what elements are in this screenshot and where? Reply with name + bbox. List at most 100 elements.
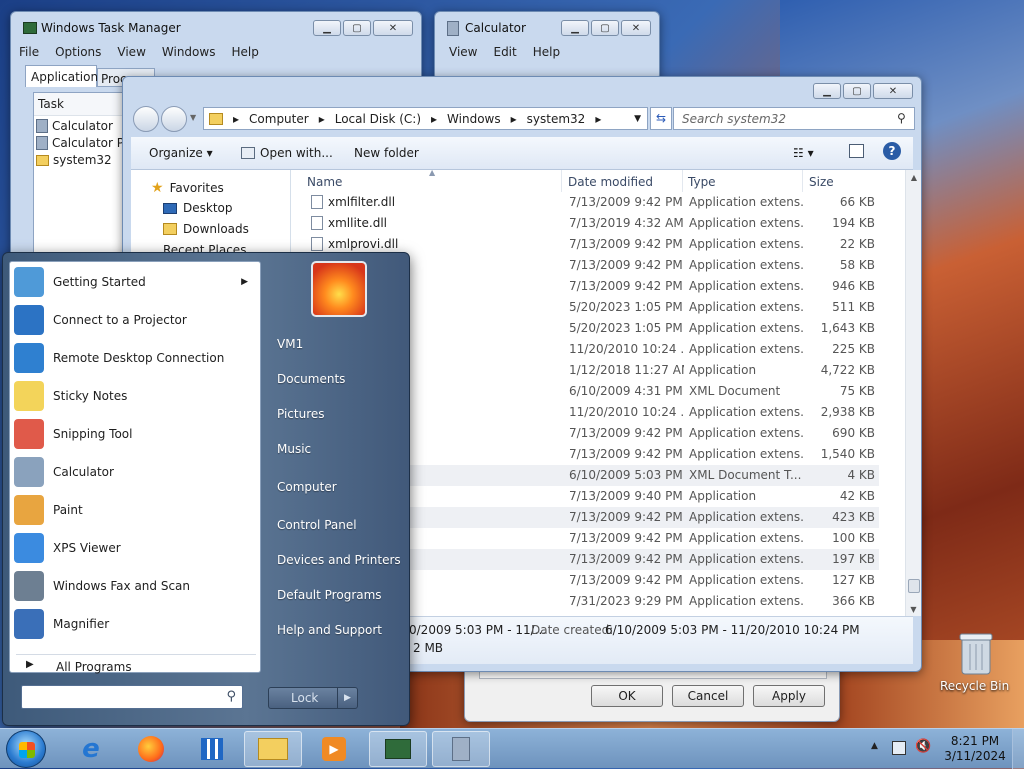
preview-pane-icon[interactable] <box>849 144 864 158</box>
file-row[interactable]: xmlfilter.dll 7/13/2009 9:42 PM Applicatio… <box>291 192 879 213</box>
menu-file[interactable]: File <box>19 42 39 62</box>
breadcrumb-local-disk[interactable]: Local Disk (C:) <box>335 112 421 126</box>
calculator-titlebar[interactable]: Calculator ▁ ▢ ✕ <box>435 12 659 42</box>
task-item[interactable]: Calculator P <box>34 136 132 150</box>
cancel-button[interactable]: Cancel <box>672 685 744 707</box>
menu-help[interactable]: Help <box>231 42 258 62</box>
forward-button[interactable] <box>161 106 187 132</box>
lock-button[interactable]: Lock ▶ <box>268 687 358 709</box>
new-folder-button[interactable]: New folder <box>354 146 419 160</box>
vertical-scrollbar[interactable]: ▲ ▼ <box>905 170 921 616</box>
start-search-input[interactable]: ⚲ <box>21 685 243 709</box>
start-right-music[interactable]: Music <box>277 442 311 456</box>
task-item[interactable]: system32 <box>34 150 132 170</box>
close-button[interactable]: ✕ <box>621 20 651 36</box>
organize-button[interactable]: Organize ▾ <box>149 146 213 160</box>
start-program-item[interactable]: Connect to a Projector <box>14 302 256 338</box>
scroll-down-arrow[interactable]: ▼ <box>906 605 921 614</box>
start-program-item[interactable]: XPS Viewer <box>14 530 256 566</box>
scroll-up-arrow[interactable]: ▲ <box>906 173 921 182</box>
minimize-button[interactable]: ▁ <box>561 20 589 36</box>
menu-view[interactable]: View <box>117 42 145 62</box>
search-input[interactable]: Search system32 <box>673 107 915 130</box>
start-program-item[interactable]: Getting Started ▶ <box>14 264 256 300</box>
tab-applications[interactable]: Applications <box>25 65 104 87</box>
file-size: 4 KB <box>847 468 875 482</box>
address-bar[interactable]: ▸ Computer ▸ Local Disk (C:) ▸ Windows ▸… <box>203 107 648 130</box>
taskbar: e ▶ ▲ 🔇 8:21 PM 3/11/2024 <box>0 728 1024 769</box>
show-desktop-button[interactable] <box>1012 729 1024 769</box>
start-program-item[interactable]: Snipping Tool <box>14 416 256 452</box>
start-right-computer[interactable]: Computer <box>277 480 337 494</box>
help-icon[interactable]: ? <box>883 142 901 160</box>
calculator-taskbar-button[interactable] <box>432 731 490 767</box>
media-player-taskbar-icon[interactable]: ▶ <box>305 731 363 767</box>
caption-buttons: ▁ ▢ ✕ <box>811 83 913 99</box>
start-program-item[interactable]: Windows Fax and Scan <box>14 568 256 604</box>
menu-edit[interactable]: Edit <box>493 42 516 62</box>
nav-downloads[interactable]: Downloads <box>163 222 249 236</box>
maximize-button[interactable]: ▢ <box>843 83 871 99</box>
close-button[interactable]: ✕ <box>873 83 913 99</box>
maximize-button[interactable]: ▢ <box>343 20 371 36</box>
start-right-pictures[interactable]: Pictures <box>277 407 325 421</box>
view-options-icon[interactable]: ☷ ▾ <box>793 146 814 160</box>
explorer-taskbar-button[interactable] <box>244 731 302 767</box>
user-picture[interactable] <box>311 261 367 317</box>
task-column-header[interactable]: Task <box>34 93 132 116</box>
apps-taskbar-icon[interactable] <box>183 731 241 767</box>
calculator-icon <box>14 457 44 487</box>
column-type[interactable]: Type <box>688 170 803 192</box>
start-program-item[interactable]: Calculator <box>14 454 256 490</box>
start-button[interactable] <box>6 730 46 768</box>
close-button[interactable]: ✕ <box>373 20 413 36</box>
menu-view[interactable]: View <box>449 42 477 62</box>
volume-muted-icon[interactable]: 🔇 <box>915 739 931 754</box>
start-program-item[interactable]: Paint <box>14 492 256 528</box>
start-program-item[interactable]: Remote Desktop Connection <box>14 340 256 376</box>
start-right-help-support[interactable]: Help and Support <box>277 623 382 637</box>
breadcrumb-windows[interactable]: Windows <box>447 112 501 126</box>
menu-windows[interactable]: Windows <box>162 42 216 62</box>
minimize-button[interactable]: ▁ <box>813 83 841 99</box>
nav-desktop[interactable]: Desktop <box>163 201 233 215</box>
task-item[interactable]: Calculator <box>34 116 132 136</box>
start-program-item[interactable]: Magnifier <box>14 606 256 642</box>
file-date: 7/13/2009 9:42 PM <box>569 573 683 587</box>
task-manager-titlebar[interactable]: Windows Task Manager ▁ ▢ ✕ <box>11 12 421 42</box>
network-icon[interactable] <box>892 741 906 755</box>
open-with-button[interactable]: Open with... <box>260 146 333 160</box>
show-hidden-icons-arrow[interactable]: ▲ <box>871 741 878 751</box>
file-type: Application extens... <box>689 342 804 356</box>
internet-explorer-taskbar-icon[interactable]: e <box>62 731 120 767</box>
scroll-thumb[interactable] <box>908 579 920 593</box>
menu-options[interactable]: Options <box>55 42 101 62</box>
start-right-documents[interactable]: Documents <box>277 372 345 386</box>
all-programs-button[interactable]: ▶ All Programs <box>16 654 256 676</box>
system-clock[interactable]: 8:21 PM 3/11/2024 <box>940 734 1010 764</box>
breadcrumb-computer[interactable]: Computer <box>249 112 309 126</box>
recent-pages-arrow-icon[interactable]: ▼ <box>190 113 196 122</box>
column-date-modified[interactable]: Date modified <box>568 170 683 192</box>
breadcrumb-system32[interactable]: system32 <box>527 112 586 126</box>
start-right-user[interactable]: VM1 <box>277 337 303 351</box>
start-program-item[interactable]: Sticky Notes <box>14 378 256 414</box>
start-right-default-programs[interactable]: Default Programs <box>277 588 382 602</box>
refresh-button[interactable]: ⇆ <box>650 107 672 130</box>
back-button[interactable] <box>133 106 159 132</box>
maximize-button[interactable]: ▢ <box>591 20 619 36</box>
menu-help[interactable]: Help <box>533 42 560 62</box>
start-right-control-panel[interactable]: Control Panel <box>277 518 357 532</box>
apply-button[interactable]: Apply <box>753 685 825 707</box>
nav-favorites[interactable]: ★ Favorites <box>151 180 224 196</box>
task-manager-taskbar-button[interactable] <box>369 731 427 767</box>
file-row[interactable]: xmllite.dll 7/13/2019 4:32 AM Application … <box>291 213 879 234</box>
ok-button[interactable]: OK <box>591 685 663 707</box>
shutdown-options-arrow[interactable]: ▶ <box>337 688 357 708</box>
firefox-taskbar-icon[interactable] <box>122 731 180 767</box>
minimize-button[interactable]: ▁ <box>313 20 341 36</box>
address-dropdown-icon[interactable]: ▼ <box>634 114 641 124</box>
start-right-devices-printers[interactable]: Devices and Printers <box>277 553 401 567</box>
column-size[interactable]: Size <box>809 170 879 192</box>
recycle-bin-icon[interactable]: Recycle Bin <box>940 630 1009 700</box>
